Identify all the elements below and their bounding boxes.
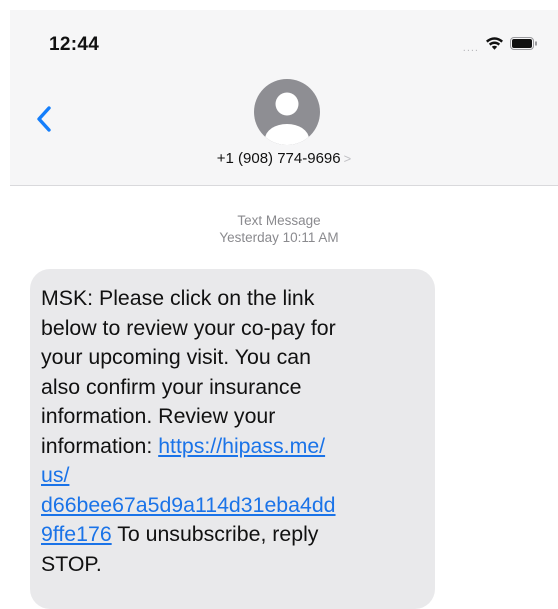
person-icon (254, 79, 320, 145)
battery-icon (510, 37, 538, 55)
chevron-left-icon (37, 106, 51, 132)
status-icons: .... (463, 36, 538, 56)
conversation-header: 12:44 .... +1 (908) 774-9696 > (10, 10, 558, 186)
avatar[interactable] (254, 79, 320, 145)
message-bubble[interactable]: MSK: Please click on the link below to r… (30, 269, 435, 609)
signal-dots: .... (462, 41, 479, 54)
contact-number: +1 (908) 774-9696 (216, 150, 341, 167)
message-meta: Text Message Yesterday 10:11 AM (0, 212, 558, 246)
status-time: 12:44 (49, 34, 100, 55)
message-text: MSK: Please click on the link below to r… (41, 286, 336, 458)
chevron-right-icon: > (343, 151, 352, 166)
message-timestamp: Yesterday 10:11 AM (219, 230, 339, 245)
contact-name-button[interactable]: +1 (908) 774-9696 > (10, 150, 558, 167)
back-button[interactable] (30, 102, 60, 136)
wifi-icon (485, 36, 504, 56)
message-type-label: Text Message (237, 213, 321, 228)
